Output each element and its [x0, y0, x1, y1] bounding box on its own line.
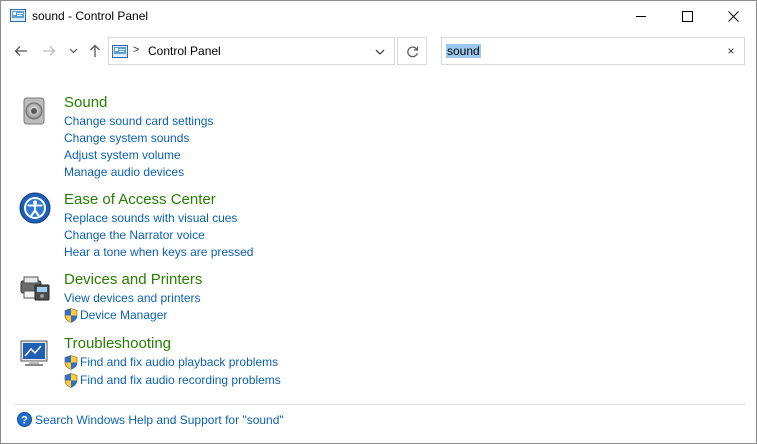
maximize-icon	[681, 11, 693, 22]
close-icon	[727, 11, 739, 22]
search-results: Sound Change sound card settings Change …	[1, 73, 756, 398]
devices-printers-icon[interactable]	[19, 273, 51, 305]
maximize-button[interactable]	[664, 1, 710, 32]
arrow-up-icon	[90, 44, 100, 57]
search-input[interactable]: sound	[446, 44, 481, 58]
task-link[interactable]: Change the Narrator voice	[64, 228, 205, 242]
group-title-sound[interactable]: Sound	[64, 94, 107, 111]
title-bar[interactable]: sound - Control Panel	[1, 1, 756, 32]
task-link[interactable]: Change sound card settings	[64, 114, 213, 128]
help-link-text[interactable]: Search Windows Help and Support for "sou…	[35, 413, 284, 427]
arrow-right-icon	[43, 46, 56, 56]
uac-shield-icon	[64, 373, 78, 388]
task-link[interactable]: Replace sounds with visual cues	[64, 211, 237, 225]
help-icon: ?	[17, 412, 32, 427]
svg-text:?: ?	[21, 415, 28, 427]
navigation-bar: > Control Panel sound ×	[1, 32, 756, 72]
clear-search-button[interactable]: ×	[724, 44, 738, 58]
refresh-button[interactable]	[397, 37, 427, 65]
up-button[interactable]	[85, 40, 105, 62]
task-link-label[interactable]: Find and fix audio playback problems	[80, 355, 278, 369]
chevron-down-icon	[69, 48, 77, 54]
task-link[interactable]: Hear a tone when keys are pressed	[64, 245, 253, 259]
control-panel-icon	[112, 45, 128, 58]
uac-shield-icon	[64, 308, 78, 323]
task-link-label[interactable]: Find and fix audio recording problems	[80, 373, 281, 387]
task-link[interactable]: View devices and printers	[64, 291, 201, 305]
task-link-audio-recording[interactable]: Find and fix audio recording problems	[64, 373, 281, 388]
window-title: sound - Control Panel	[32, 9, 149, 23]
group-title-ease-of-access[interactable]: Ease of Access Center	[64, 191, 216, 208]
address-bar[interactable]: > Control Panel	[108, 37, 395, 65]
chevron-down-icon[interactable]	[373, 45, 387, 59]
close-button[interactable]	[710, 1, 756, 32]
task-link-audio-playback[interactable]: Find and fix audio playback problems	[64, 355, 278, 370]
arrow-left-icon	[14, 46, 27, 56]
search-box[interactable]: sound ×	[441, 37, 745, 65]
minimize-icon	[635, 16, 646, 17]
uac-shield-icon	[64, 355, 78, 370]
troubleshooting-icon[interactable]	[19, 337, 51, 369]
breadcrumb-separator[interactable]: >	[133, 44, 139, 56]
task-link[interactable]: Adjust system volume	[64, 148, 181, 162]
group-title-devices-printers[interactable]: Devices and Printers	[64, 271, 202, 288]
recent-locations-button[interactable]	[66, 40, 80, 62]
breadcrumb-control-panel[interactable]: Control Panel	[148, 44, 221, 58]
control-panel-window: sound - Control Panel > Control Panel so…	[0, 0, 757, 444]
task-link-device-manager[interactable]: Device Manager	[64, 308, 167, 323]
speaker-icon[interactable]	[19, 95, 51, 127]
task-link-label[interactable]: Device Manager	[80, 308, 167, 322]
task-link[interactable]: Change system sounds	[64, 131, 189, 145]
minimize-button[interactable]	[618, 1, 664, 32]
group-title-troubleshooting[interactable]: Troubleshooting	[64, 335, 171, 352]
control-panel-icon	[10, 9, 26, 22]
task-link[interactable]: Manage audio devices	[64, 165, 184, 179]
back-button[interactable]	[11, 40, 31, 62]
ease-of-access-icon[interactable]	[19, 192, 51, 224]
refresh-icon	[406, 45, 418, 57]
forward-button[interactable]	[39, 40, 59, 62]
footer-divider	[13, 404, 745, 405]
